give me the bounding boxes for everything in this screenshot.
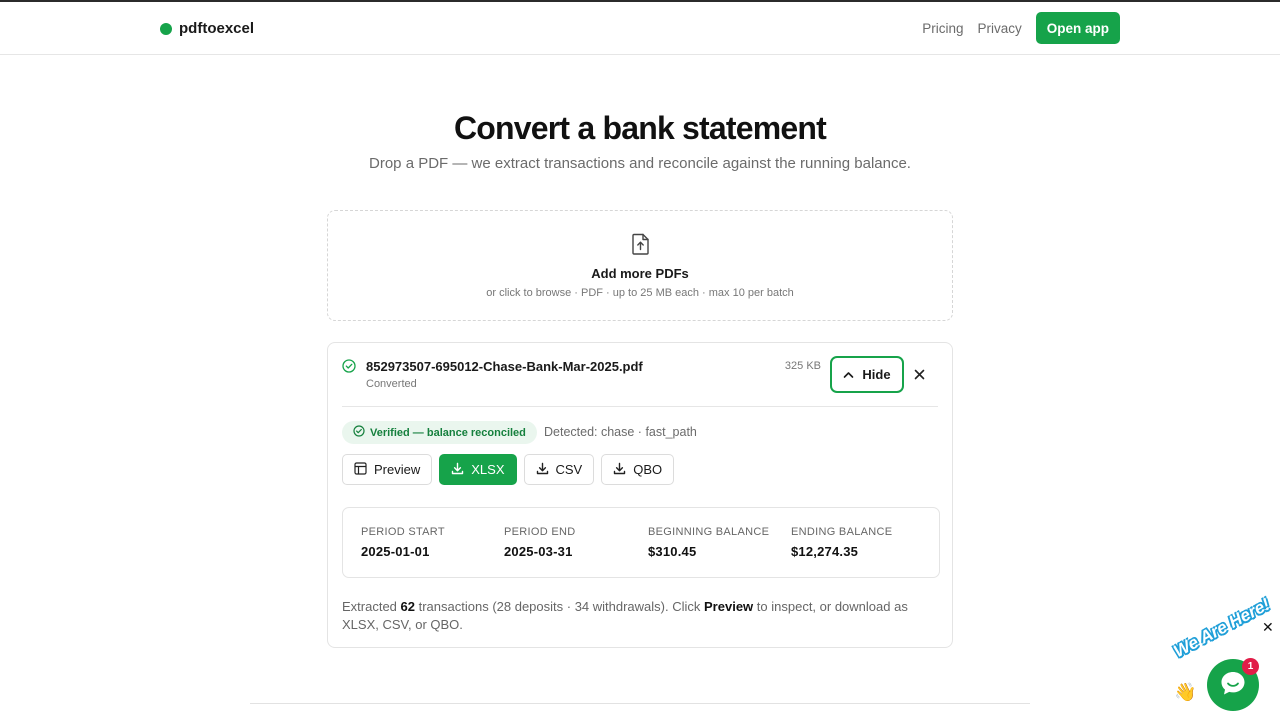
page-subtitle: Drop a PDF — we extract transactions and…: [369, 155, 911, 172]
nav-pricing-link[interactable]: Pricing: [922, 21, 963, 36]
verified-badge: Verified — balance reconciled: [342, 421, 537, 444]
dropzone-title: Add more PDFs: [591, 266, 689, 281]
note-middle: transactions (28 deposits · 34 withdrawa…: [415, 599, 705, 614]
chat-notification-badge: 1: [1242, 658, 1259, 675]
chat-tagline: We Are Here!: [1170, 594, 1273, 662]
brand-dot-icon: [160, 22, 172, 35]
top-nav: Pricing Privacy Open app: [922, 12, 1120, 44]
download-csv-button[interactable]: CSV: [523, 454, 595, 485]
download-xlsx-button[interactable]: XLSX: [439, 454, 517, 485]
file-status: Converted: [366, 378, 417, 390]
summary-label: ENDING BALANCE: [791, 526, 893, 538]
xlsx-button-label: XLSX: [471, 462, 505, 477]
footer-divider: [250, 703, 1030, 704]
csv-button-label: CSV: [555, 462, 583, 477]
chevron-up-icon: [843, 367, 854, 382]
preview-button-label: Preview: [374, 462, 421, 477]
file-size: 325 KB: [784, 360, 821, 372]
download-icon: [451, 462, 464, 478]
extraction-note: Extracted 62 transactions (28 deposits ·…: [342, 598, 942, 633]
verified-label: Verified — balance reconciled: [370, 426, 526, 439]
note-prefix: Extracted: [342, 599, 401, 614]
summary-value: 2025-01-01: [361, 544, 430, 559]
summary-value: $12,274.35: [791, 544, 859, 559]
download-icon: [536, 462, 549, 478]
statement-summary: PERIOD START 2025-01-01 PERIOD END 2025-…: [342, 507, 940, 578]
card-divider: [342, 406, 938, 407]
summary-label: BEGINNING BALANCE: [648, 526, 770, 538]
brand-logo[interactable]: pdftoexcel: [160, 20, 254, 37]
file-name: 852973507-695012-Chase-Bank-Mar-2025.pdf: [366, 359, 643, 374]
check-circle-icon: [342, 359, 356, 378]
summary-period-start: PERIOD START 2025-01-01: [361, 526, 445, 559]
open-app-button[interactable]: Open app: [1035, 12, 1120, 44]
page-title: Convert a bank statement: [453, 110, 827, 146]
close-icon[interactable]: [914, 367, 925, 385]
table-icon: [354, 461, 367, 478]
download-icon: [613, 462, 626, 478]
hide-button[interactable]: Hide: [830, 356, 904, 393]
transaction-count: 62: [400, 599, 415, 614]
brand-name: pdftoexcel: [179, 20, 255, 37]
nav-privacy-link[interactable]: Privacy: [977, 21, 1021, 36]
file-actions: Preview XLSX CSV QBO: [342, 454, 675, 485]
preview-button[interactable]: Preview: [342, 454, 433, 485]
file-upload-icon: [631, 233, 651, 260]
dropzone-hint: or click to browse · PDF · up to 25 MB e…: [486, 287, 794, 299]
summary-value: $310.45: [648, 544, 697, 559]
detected-info: Detected: chase · fast_path: [544, 425, 697, 439]
preview-inline-link[interactable]: Preview: [704, 599, 753, 614]
pdf-dropzone[interactable]: Add more PDFs or click to browse · PDF ·…: [327, 210, 953, 321]
summary-label: PERIOD START: [361, 526, 445, 538]
top-header: pdftoexcel Pricing Privacy Open app: [0, 2, 1280, 55]
download-qbo-button[interactable]: QBO: [601, 454, 675, 485]
chat-bubble-icon: [1219, 670, 1247, 701]
qbo-button-label: QBO: [633, 462, 663, 477]
summary-ending-balance: ENDING BALANCE $12,274.35: [791, 526, 892, 559]
summary-period-end: PERIOD END 2025-03-31: [504, 526, 575, 559]
chat-close-icon[interactable]: ✕: [1262, 619, 1274, 636]
file-result-card: 852973507-695012-Chase-Bank-Mar-2025.pdf…: [327, 342, 953, 648]
waving-hand-icon: 👋: [1174, 682, 1197, 702]
summary-label: PERIOD END: [504, 526, 576, 538]
hide-button-label: Hide: [862, 367, 891, 382]
summary-beginning-balance: BEGINNING BALANCE $310.45: [648, 526, 769, 559]
summary-value: 2025-03-31: [504, 544, 573, 559]
check-circle-icon: [353, 425, 365, 440]
